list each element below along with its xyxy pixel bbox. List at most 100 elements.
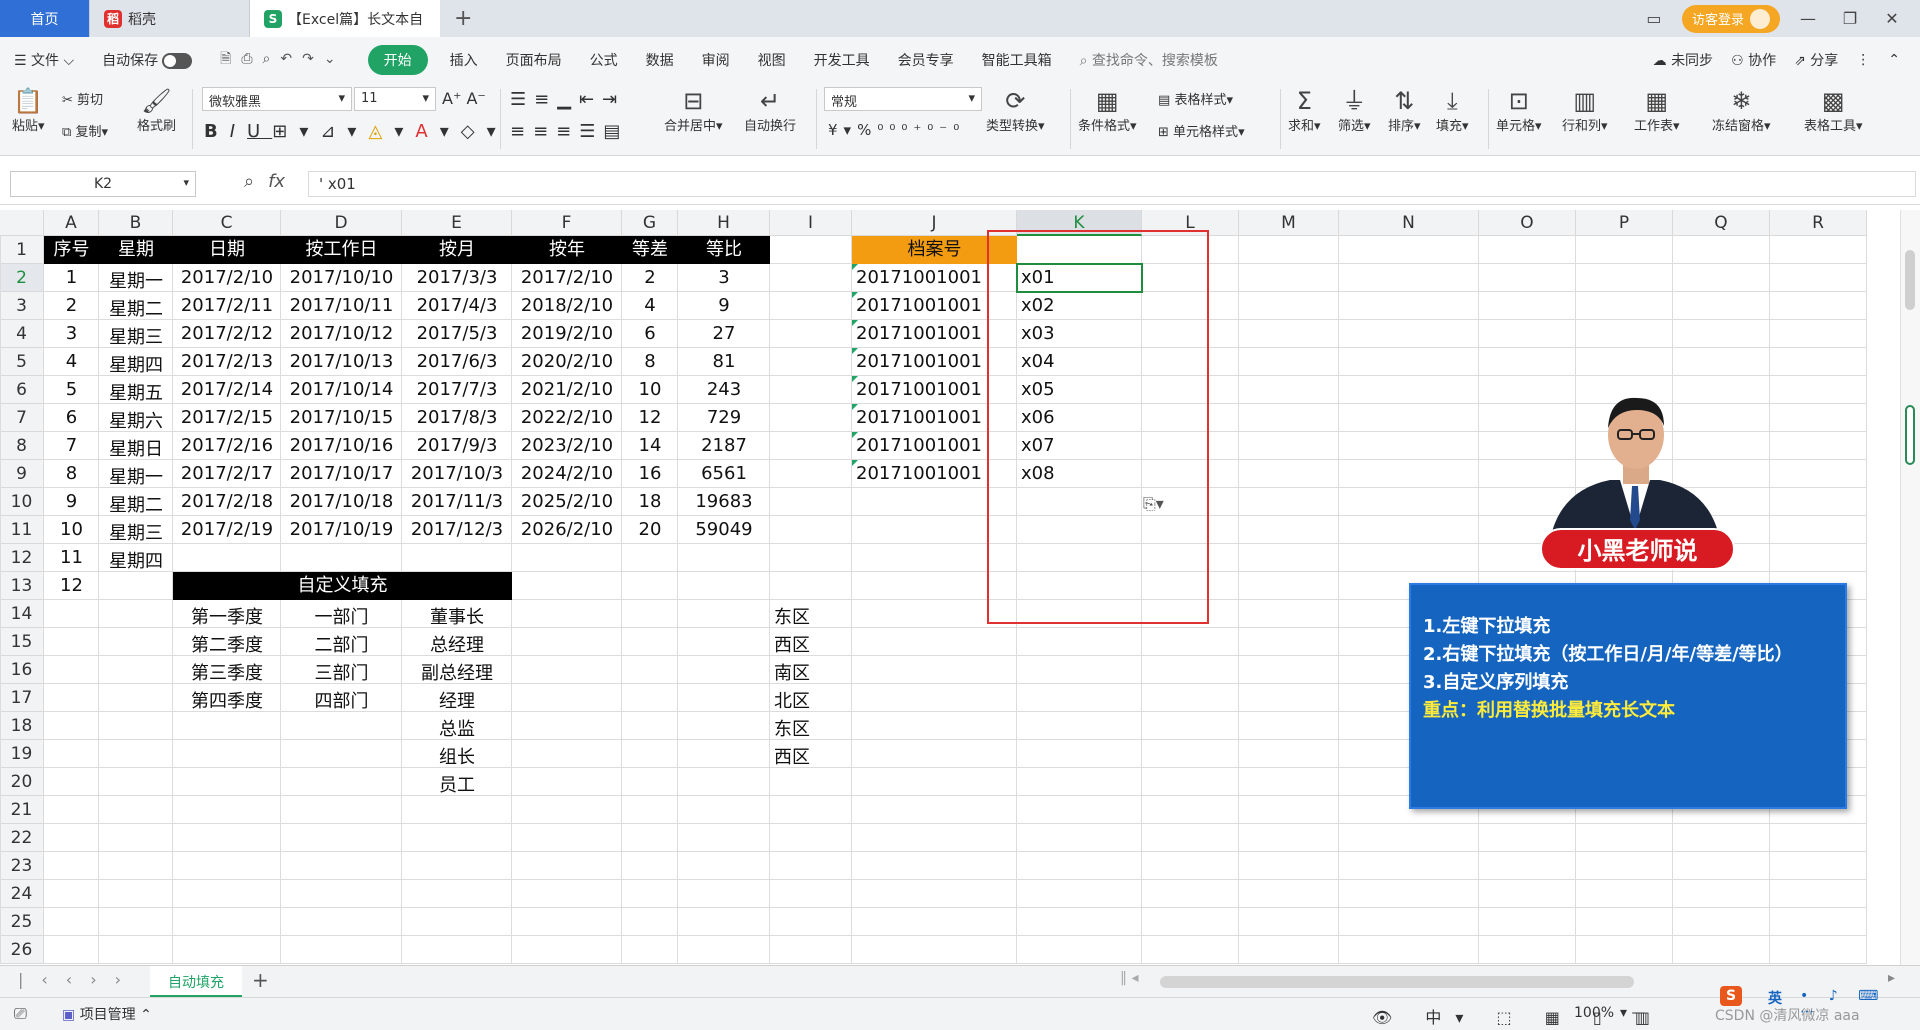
row-header-1[interactable]: 1 [0,236,44,264]
hscroll-right-icon[interactable]: ▸ [1888,970,1895,986]
custom-fill-region[interactable]: 西区 [774,743,810,768]
menu-developer[interactable]: 开发工具 [800,50,884,70]
zoom-level[interactable]: 100% [1574,1005,1614,1021]
table-cell[interactable]: 2017/2/16 [173,435,281,459]
table-cell[interactable]: 4 [44,351,99,375]
table-cell[interactable]: 2017/10/16 [281,435,402,459]
table-cell[interactable]: 2017/10/12 [281,323,402,347]
table-cell[interactable]: 2017/10/19 [281,519,402,543]
table-cell[interactable]: 星期二 [99,491,173,516]
archive-number[interactable]: 20171001001 [856,323,982,347]
column-header-c[interactable]: C [173,210,281,236]
table-cell[interactable]: 2017/5/3 [402,323,512,347]
table-cell[interactable]: 2017/2/10 [512,267,622,291]
table-cell[interactable]: 2020/2/10 [512,351,622,375]
sort-button[interactable]: ⇅ 排序▾ [1388,87,1421,134]
row-header-7[interactable]: 7 [0,404,44,432]
archive-number[interactable]: 20171001001 [856,267,982,291]
font-size-select[interactable]: 11 ▾ [354,87,436,111]
row-header-25[interactable]: 25 [0,908,44,936]
custom-fill-quarter[interactable]: 第一季度 [173,603,281,628]
table-cell[interactable]: 2 [44,295,99,319]
table-cell[interactable]: 2017/2/11 [173,295,281,319]
table-cell[interactable]: 1 [44,267,99,291]
custom-fill-region[interactable]: 东区 [774,715,810,740]
column-header-e[interactable]: E [402,210,512,236]
row-header-12[interactable]: 12 [0,544,44,572]
table-cell[interactable]: 20 [622,519,678,543]
column-header-q[interactable]: Q [1673,210,1770,236]
wrap-text-button[interactable]: ↵ 自动换行 [744,87,796,134]
custom-fill-dept[interactable]: 三部门 [281,659,402,684]
row-header-19[interactable]: 19 [0,740,44,768]
sum-button[interactable]: Σ 求和▾ [1288,87,1321,134]
custom-fill-region[interactable]: 南区 [774,659,810,684]
autosave-toggle[interactable]: 自动保存 [88,50,206,70]
row-header-2[interactable]: 2 [0,264,44,292]
login-button[interactable]: 访客登录 [1681,4,1780,33]
share-button[interactable]: ⇗ 分享 [1794,50,1838,70]
type-convert-button[interactable]: ⟳ 类型转换▾ [986,87,1045,134]
table-cell[interactable]: 2017/2/14 [173,379,281,403]
number-format-select[interactable]: 常规 ▾ [824,87,982,111]
tab-docer[interactable]: 稻 稻壳 [90,0,250,37]
table-cell[interactable]: 星期一 [99,267,173,292]
table-cell[interactable]: 2017/2/18 [173,491,281,515]
table-cell[interactable]: 2019/2/10 [512,323,622,347]
number-format-icons[interactable]: ¥▾%⁰⁰⁰⁺⁰⁻⁰ [828,121,965,139]
table-cell[interactable]: 星期日 [99,435,173,460]
custom-fill-quarter[interactable]: 第四季度 [173,687,281,712]
file-menu[interactable]: ☰ 文件 ⌵ [0,50,88,70]
table-cell[interactable]: 6 [44,407,99,431]
table-cell[interactable]: 2025/2/10 [512,491,622,515]
minimize-icon[interactable]: — [1794,9,1822,28]
table-cell[interactable]: 16 [622,463,678,487]
table-style-button[interactable]: ▤ 表格样式▾ [1158,89,1233,108]
menu-member[interactable]: 会员专享 [884,50,968,70]
row-header-22[interactable]: 22 [0,824,44,852]
menu-formula[interactable]: 公式 [576,50,632,70]
table-cell[interactable]: 2 [622,267,678,291]
table-cell[interactable]: 2018/2/10 [512,295,622,319]
row-header-14[interactable]: 14 [0,600,44,628]
custom-fill-dept[interactable]: 二部门 [281,631,402,656]
vscroll-thumb[interactable] [1905,250,1915,310]
font-family-select[interactable]: 微软雅黑 ▾ [202,87,352,111]
row-header-3[interactable]: 3 [0,292,44,320]
table-cell[interactable]: 729 [678,407,770,431]
menu-insert[interactable]: 插入 [436,50,492,70]
table-cell[interactable]: 8 [622,351,678,375]
table-cell[interactable]: 12 [44,575,99,599]
table-cell[interactable]: 2017/10/13 [281,351,402,375]
cut-button[interactable]: ✂ 剪切 [62,89,103,108]
collab-button[interactable]: ⚇ 协作 [1731,50,1776,70]
custom-fill-title[interactable]: 总经理 [402,631,512,656]
paste-options-icon[interactable]: ⎘▾ [1143,494,1164,514]
table-cell[interactable]: 2017/2/19 [173,519,281,543]
column-header-n[interactable]: N [1339,210,1479,236]
custom-fill-region[interactable]: 东区 [774,603,810,628]
menu-review[interactable]: 审阅 [688,50,744,70]
column-header-i[interactable]: I [770,210,852,236]
name-box[interactable]: K2 ▾ [10,171,196,197]
table-tools-button[interactable]: ▩ 表格工具▾ [1804,87,1863,134]
align-horizontal-icons[interactable]: ≡≡≡☰▤ [510,121,628,142]
project-manage-button[interactable]: ▣ 项目管理 ⌃ [62,1004,152,1024]
table-cell[interactable]: 2017/7/3 [402,379,512,403]
sync-status[interactable]: ☁ 未同步 [1653,50,1713,70]
table-cell[interactable]: 10 [622,379,678,403]
table-cell[interactable]: 6 [622,323,678,347]
table-cell[interactable]: 星期二 [99,295,173,320]
row-header-26[interactable]: 26 [0,936,44,964]
table-cell[interactable]: 2017/10/15 [281,407,402,431]
row-header-4[interactable]: 4 [0,320,44,348]
ime-logo-icon[interactable]: S [1720,986,1743,1006]
table-cell[interactable]: 2187 [678,435,770,459]
table-cell[interactable]: 星期四 [99,547,173,572]
select-all-corner[interactable] [0,210,44,236]
sheet-tab-autofill[interactable]: 自动填充 [150,966,242,997]
table-cell[interactable]: 2017/3/3 [402,267,512,291]
table-cell[interactable]: 2017/10/11 [281,295,402,319]
menu-data[interactable]: 数据 [632,50,688,70]
column-header-b[interactable]: B [99,210,173,236]
